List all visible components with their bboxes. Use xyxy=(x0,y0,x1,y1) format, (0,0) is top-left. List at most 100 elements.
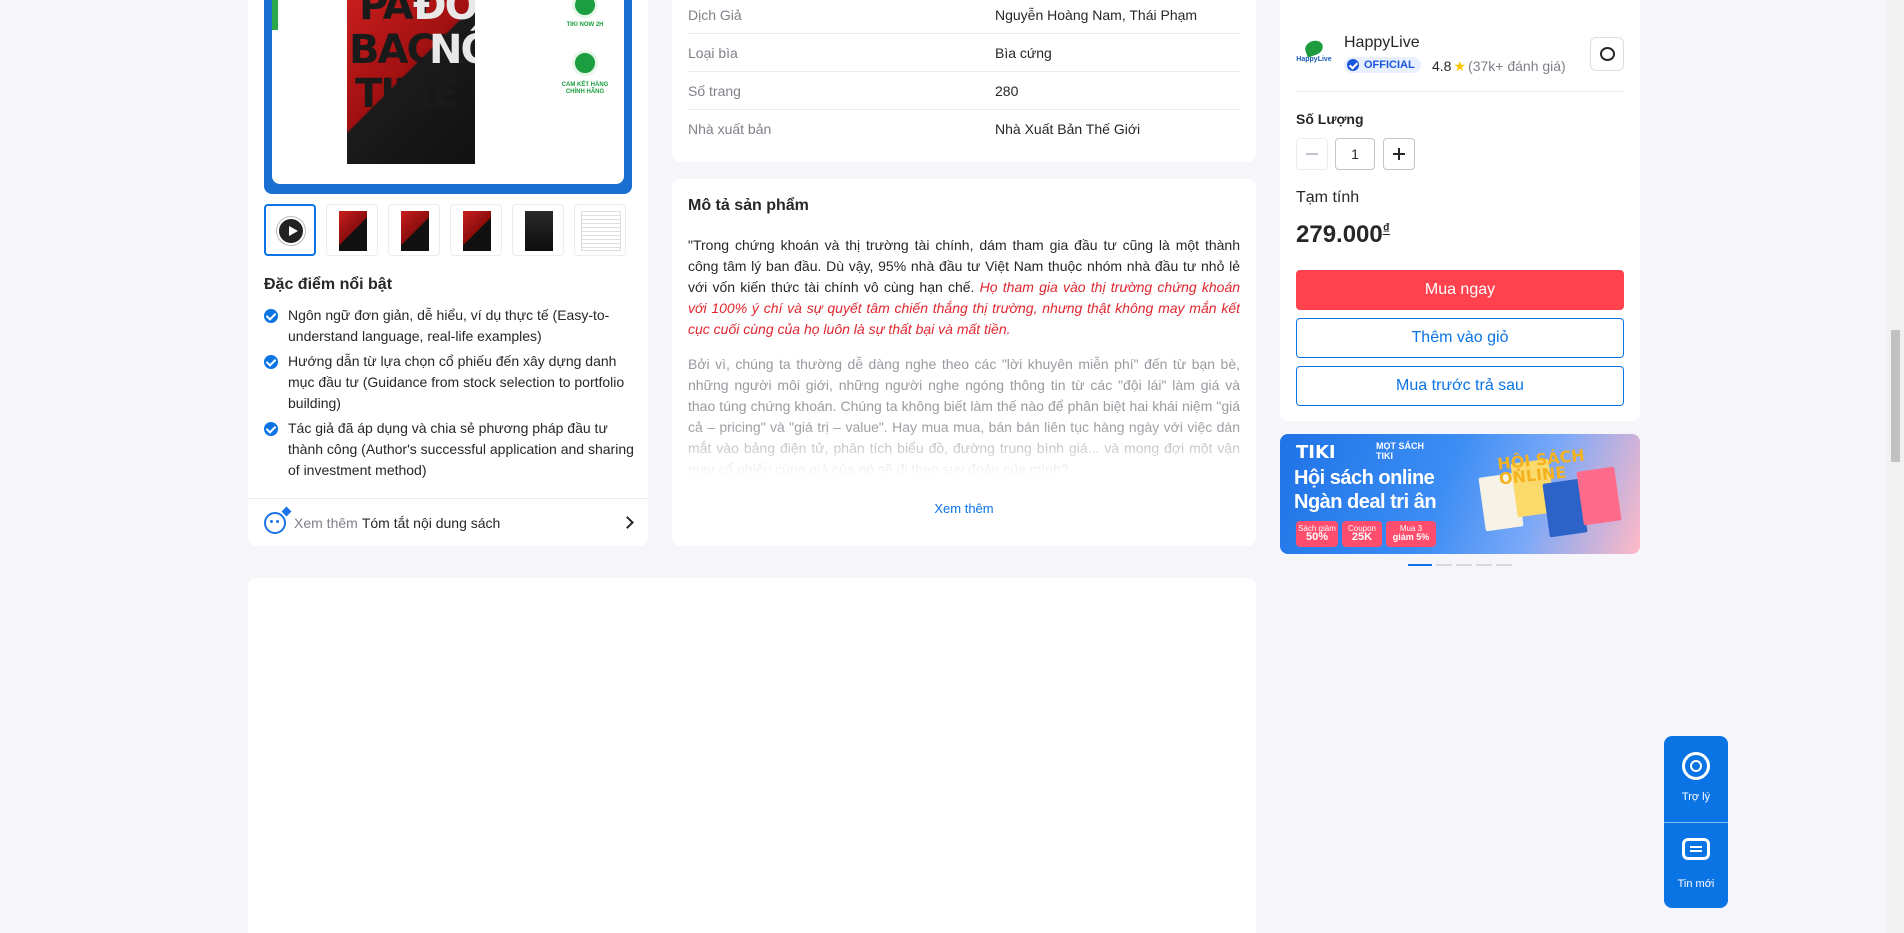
thumbnail-image xyxy=(463,211,491,251)
thumbnail[interactable] xyxy=(388,204,440,256)
summary-label: Tóm tắt nội dung sách xyxy=(361,514,501,531)
cover-title-word: ĐỜI xyxy=(413,0,475,29)
currency-symbol: ₫ xyxy=(1382,220,1390,236)
purchase-card: HappyLive HappyLive OFFICIAL 4.8 ★ (37k+ đ… xyxy=(1280,0,1640,421)
thumbnail-video[interactable] xyxy=(264,204,316,256)
spec-row: Dịch Giả Nguyễn Hoàng Nam, Thái Phạm xyxy=(688,0,1240,34)
spec-key: Loại bìa xyxy=(688,44,738,61)
tiki-logo: TIKI xyxy=(1296,442,1336,463)
chat-bubble-icon xyxy=(1600,47,1615,61)
highlight-text: Hướng dẫn từ lựa chọn cổ phiếu đến xây d… xyxy=(288,353,625,411)
authentic-badge-label: CAM KẾT HÀNG CHÍNH HÃNG xyxy=(561,82,609,95)
spec-value: Nhà Xuất Bản Thế Giới xyxy=(995,121,1141,137)
check-icon xyxy=(264,422,278,436)
thumbnail-image xyxy=(581,211,621,251)
check-icon xyxy=(264,309,278,323)
seller-name[interactable]: HappyLive xyxy=(1344,34,1420,52)
spec-value: Nguyễn Hoàng Nam, Thái Phạm xyxy=(995,6,1198,23)
pagination-dot[interactable] xyxy=(1456,564,1472,566)
spec-value: 280 xyxy=(995,82,1019,99)
cover-title-word: TIME xyxy=(355,71,458,117)
pagination-dot[interactable] xyxy=(1436,564,1452,566)
thumbnail-image xyxy=(339,211,367,251)
price-value: 279.000 xyxy=(1296,221,1383,248)
subtotal-price: 279.000₫ xyxy=(1296,220,1390,249)
content-section-card xyxy=(248,578,1256,933)
product-description-card: Mô tả sản phẩm "Trong chứng khoán và thị… xyxy=(672,179,1256,546)
spec-key: Số trang xyxy=(688,82,741,99)
highlight-item: Tác giả đã áp dụng và chia sẻ phương phá… xyxy=(264,418,634,481)
book-summary-link[interactable]: Xem thêm Tóm tắt nội dung sách xyxy=(248,498,648,546)
highlights-list: Ngôn ngữ đơn giản, dễ hiểu, ví dụ thực t… xyxy=(264,305,634,485)
scrollbar-thumb[interactable] xyxy=(1891,330,1900,462)
promo-chip: Sách giảm 50% xyxy=(1296,521,1338,547)
highlight-item: Hướng dẫn từ lựa chọn cổ phiếu đến xây d… xyxy=(264,351,634,414)
description-paragraph: "Trong chứng khoán và thị trường tài chí… xyxy=(688,235,1240,340)
floating-help-panel: Trợ lý Tin mới xyxy=(1664,736,1728,908)
spec-key: Dịch Giả xyxy=(688,6,742,23)
seller-logo-text: HappyLive xyxy=(1296,56,1332,63)
verified-icon xyxy=(1347,59,1359,71)
star-icon: ★ xyxy=(1453,58,1467,74)
review-count: (37k+ đánh giá) xyxy=(1468,58,1566,74)
check-icon xyxy=(264,355,278,369)
minus-icon xyxy=(1306,153,1318,155)
highlight-text: Tác giả đã áp dụng và chia sẻ phương phá… xyxy=(288,420,634,478)
messages-label: Tin mới xyxy=(1677,878,1715,890)
pagination-dot[interactable] xyxy=(1496,564,1512,566)
delivery-badge-icon xyxy=(572,0,598,18)
banner-subheadline: Ngàn deal tri ân xyxy=(1294,491,1437,513)
main-image-content: PAY ĐỜI BACK NỔ TIME TIKI NOW 2H CAM KẾT… xyxy=(272,0,624,184)
decrease-quantity-button[interactable] xyxy=(1296,138,1328,170)
buy-now-button[interactable]: Mua ngay xyxy=(1296,270,1624,310)
assistant-icon xyxy=(1682,752,1710,780)
increase-quantity-button[interactable] xyxy=(1383,138,1415,170)
thumbnail[interactable] xyxy=(512,204,564,256)
play-icon xyxy=(277,217,305,245)
page-scrollbar[interactable] xyxy=(1887,0,1904,933)
book-cover-image: PAY ĐỜI BACK NỔ TIME xyxy=(347,0,475,164)
thumbnail[interactable] xyxy=(326,204,378,256)
thumbnail-image xyxy=(401,211,429,251)
promo-chip: Mua 3 giảm 5% xyxy=(1386,521,1436,547)
spec-row: Nhà xuất bản Nhà Xuất Bản Thế Giới xyxy=(688,110,1240,148)
pagination-dot[interactable] xyxy=(1476,564,1492,566)
spec-key: Nhà xuất bản xyxy=(688,121,772,137)
highlight-item: Ngôn ngữ đơn giản, dễ hiểu, ví dụ thực t… xyxy=(264,305,634,347)
messages-button[interactable]: Tin mới xyxy=(1664,822,1728,908)
description-title: Mô tả sản phẩm xyxy=(688,197,809,214)
add-to-cart-button[interactable]: Thêm vào giỏ xyxy=(1296,318,1624,358)
authentic-badge-icon xyxy=(572,50,598,76)
promo-value: 25K xyxy=(1351,531,1373,543)
accent-bar xyxy=(272,0,278,30)
rating-value: 4.8 xyxy=(1432,58,1452,74)
seller-logo[interactable]: HappyLive xyxy=(1296,36,1332,72)
thumbnail-strip xyxy=(264,204,634,256)
main-product-image[interactable]: PAY ĐỜI BACK NỔ TIME TIKI NOW 2H CAM KẾT… xyxy=(264,0,632,194)
quantity-label: Số Lượng xyxy=(1296,111,1364,127)
subtotal-label: Tạm tính xyxy=(1296,189,1360,206)
quantity-input[interactable] xyxy=(1335,138,1375,170)
delivery-badge-label: TIKI NOW 2H xyxy=(566,22,604,28)
pagination-dot-active[interactable] xyxy=(1408,564,1432,566)
promo-banner[interactable]: TIKI MỌT SÁCH TIKI Hội sách online Ngàn … xyxy=(1280,434,1640,554)
description-fade-overlay xyxy=(688,425,1240,481)
spec-row: Loại bìa Bìa cứng xyxy=(688,34,1240,72)
leaf-icon xyxy=(1303,38,1325,58)
promo-value: giảm 5% xyxy=(1392,532,1430,542)
buy-now-pay-later-button[interactable]: Mua trước trả sau xyxy=(1296,366,1624,406)
product-gallery-card: PAY ĐỜI BACK NỔ TIME TIKI NOW 2H CAM KẾT… xyxy=(248,0,648,546)
assistant-button[interactable]: Trợ lý xyxy=(1664,736,1728,822)
see-more-link[interactable]: Xem thêm xyxy=(672,501,1256,516)
banner-pagination xyxy=(1408,564,1512,566)
chat-seller-button[interactable] xyxy=(1590,37,1624,71)
thumbnail[interactable] xyxy=(574,204,626,256)
summary-prefix: Xem thêm xyxy=(294,514,358,531)
official-badge: OFFICIAL xyxy=(1344,57,1421,73)
divider xyxy=(1296,91,1624,92)
thumbnail[interactable] xyxy=(450,204,502,256)
seller-rating: 4.8 ★ (37k+ đánh giá) xyxy=(1432,58,1566,75)
spec-row: Số trang 280 xyxy=(688,72,1240,110)
highlights-title: Đặc điểm nổi bật xyxy=(264,276,393,293)
message-icon xyxy=(1682,838,1710,860)
